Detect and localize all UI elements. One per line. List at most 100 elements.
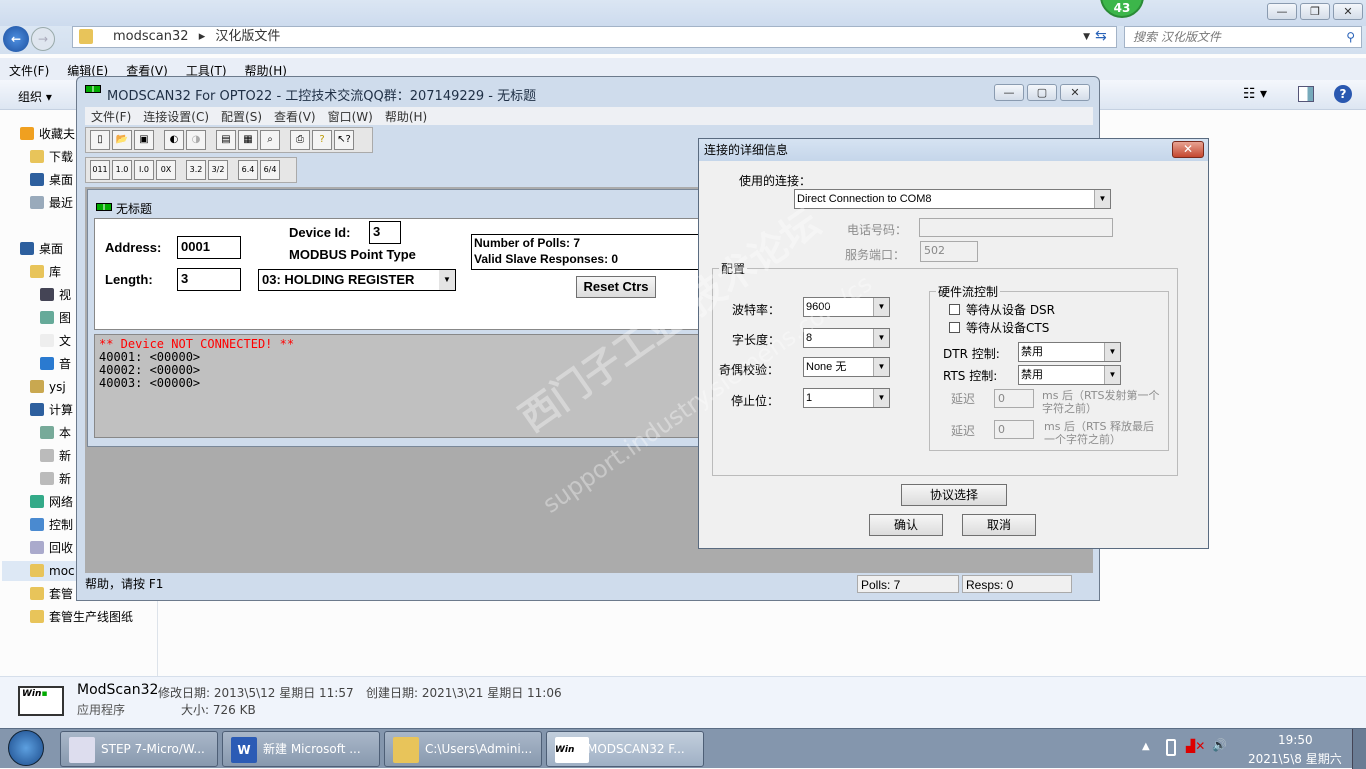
- modscan-close-button[interactable]: ✕: [1060, 84, 1090, 101]
- sidebar-item[interactable]: 回收: [30, 538, 73, 558]
- taskbar-explorer[interactable]: C:\Users\Admini...: [384, 731, 542, 767]
- sidebar-item[interactable]: 本: [40, 423, 71, 443]
- point-type-label: MODBUS Point Type: [289, 247, 416, 262]
- display-config-icon[interactable]: ▤: [216, 130, 236, 150]
- show-hidden-icons[interactable]: ▲: [1142, 741, 1150, 752]
- sidebar-item[interactable]: 下载: [30, 147, 73, 167]
- organize-button[interactable]: 组织 ▾: [18, 88, 52, 105]
- display-format-button[interactable]: 0X: [156, 160, 176, 180]
- breadcrumb-separator-icon: ▸: [198, 29, 206, 44]
- reset-counters-button[interactable]: Reset Ctrs: [576, 276, 656, 298]
- sidebar-item[interactable]: 收藏夫: [20, 124, 75, 144]
- battery-icon[interactable]: [1166, 739, 1176, 756]
- delay1-input[interactable]: 0: [994, 389, 1034, 408]
- save-icon[interactable]: ▣: [134, 130, 154, 150]
- ms-menu-view[interactable]: 查看(V): [268, 107, 322, 126]
- display-format-button[interactable]: 3/2: [208, 160, 228, 180]
- display-format-button[interactable]: 6/4: [260, 160, 280, 180]
- cancel-button[interactable]: 取消: [962, 514, 1036, 536]
- print-icon[interactable]: ⎙: [290, 130, 310, 150]
- dsr-checkbox[interactable]: 等待从设备 DSR: [949, 301, 1055, 318]
- wordlen-select[interactable]: 8 ▼: [803, 328, 890, 348]
- breadcrumb-current[interactable]: 汉化版文件: [215, 29, 280, 44]
- minimize-button[interactable]: —: [1267, 3, 1297, 20]
- length-input[interactable]: 3: [177, 268, 241, 291]
- sidebar-item[interactable]: 控制: [30, 515, 73, 535]
- display-format-button[interactable]: 6.4: [238, 160, 258, 180]
- sidebar-item[interactable]: 库: [30, 262, 61, 282]
- sidebar-item[interactable]: 桌面: [30, 170, 73, 190]
- clock-time[interactable]: 19:50: [1278, 733, 1313, 747]
- refresh-icon[interactable]: ⇆: [1095, 28, 1107, 44]
- connection-select[interactable]: Direct Connection to COM8 ▼: [794, 189, 1111, 209]
- modscan-maximize-button[interactable]: ▢: [1027, 84, 1057, 101]
- close-button[interactable]: ✕: [1333, 3, 1363, 20]
- disconnect-icon[interactable]: ◑: [186, 130, 206, 150]
- display-format-button[interactable]: 011: [90, 160, 110, 180]
- stopbits-select[interactable]: 1 ▼: [803, 388, 890, 408]
- address-bar[interactable]: modscan32 ▸ 汉化版文件 ▼: [72, 26, 1117, 48]
- sidebar-item[interactable]: 套管: [30, 584, 73, 604]
- ms-menu-setup[interactable]: 配置(S): [215, 107, 268, 126]
- ms-menu-file[interactable]: 文件(F): [85, 107, 137, 126]
- display-format-button[interactable]: 3.2: [186, 160, 206, 180]
- phone-input[interactable]: [919, 218, 1113, 237]
- breadcrumb-modscan32[interactable]: modscan32: [113, 29, 189, 44]
- taskbar-step7[interactable]: STEP 7-Micro/W...: [60, 731, 218, 767]
- display-write-icon[interactable]: ▦: [238, 130, 258, 150]
- back-button[interactable]: ←: [3, 26, 29, 52]
- show-desktop-button[interactable]: [1352, 729, 1366, 769]
- forward-button[interactable]: →: [31, 27, 55, 51]
- taskbar-word[interactable]: W 新建 Microsoft ...: [222, 731, 380, 767]
- sidebar-item[interactable]: 计算: [30, 400, 73, 420]
- sidebar-item[interactable]: 桌面: [20, 239, 63, 259]
- view-options-icon[interactable]: ☷ ▾: [1243, 86, 1267, 102]
- dtr-select[interactable]: 禁用 ▼: [1018, 342, 1121, 362]
- display-format-button[interactable]: 1.0: [112, 160, 132, 180]
- port-input[interactable]: 502: [920, 241, 978, 262]
- taskbar-modscan[interactable]: Win MODSCAN32 F...: [546, 731, 704, 767]
- baud-select[interactable]: 9600 ▼: [803, 297, 890, 317]
- volume-icon[interactable]: 🔊: [1212, 738, 1227, 752]
- sidebar-item[interactable]: 新: [40, 469, 71, 489]
- sidebar-item[interactable]: 文: [40, 331, 71, 351]
- help-question-icon[interactable]: ?: [312, 130, 332, 150]
- sidebar-item[interactable]: 套管生产线图纸: [30, 607, 133, 627]
- modscan-minimize-button[interactable]: —: [994, 84, 1024, 101]
- search-input[interactable]: 搜索 汉化版文件 ⚲: [1124, 26, 1362, 48]
- rts-select[interactable]: 禁用 ▼: [1018, 365, 1121, 385]
- ms-menu-connection[interactable]: 连接设置(C): [137, 107, 215, 126]
- ms-menu-window[interactable]: 窗口(W): [322, 107, 379, 126]
- open-icon[interactable]: 📂: [112, 130, 132, 150]
- cts-checkbox[interactable]: 等待从设备CTS: [949, 319, 1049, 336]
- context-help-icon[interactable]: ↖?: [334, 130, 354, 150]
- sidebar-item[interactable]: 新: [40, 446, 71, 466]
- sidebar-item[interactable]: 网络: [30, 492, 73, 512]
- ok-button[interactable]: 确认: [869, 514, 943, 536]
- ms-menu-help[interactable]: 帮助(H): [379, 107, 433, 126]
- address-dropdown-icon[interactable]: ▼: [1083, 27, 1090, 47]
- parity-select[interactable]: None 无 ▼: [803, 357, 890, 377]
- preview-pane-icon[interactable]: [1298, 86, 1314, 102]
- start-button[interactable]: [8, 730, 44, 766]
- display-search-icon[interactable]: ⌕: [260, 130, 280, 150]
- sidebar-item[interactable]: 最近: [30, 193, 73, 213]
- network-disconnected-icon[interactable]: ▟✕: [1186, 739, 1205, 753]
- sidebar-item[interactable]: 视: [40, 285, 71, 305]
- sidebar-item[interactable]: 音: [40, 354, 71, 374]
- sidebar-item[interactable]: 图: [40, 308, 71, 328]
- protocol-select-button[interactable]: 协议选择: [901, 484, 1007, 506]
- port-label: 服务端口：: [845, 248, 906, 262]
- connect-icon[interactable]: ◐: [164, 130, 184, 150]
- display-format-button[interactable]: I.0: [134, 160, 154, 180]
- help-icon[interactable]: ?: [1334, 85, 1352, 103]
- device-id-input[interactable]: 3: [369, 221, 401, 244]
- dialog-close-button[interactable]: ✕: [1172, 141, 1204, 158]
- clock-date[interactable]: 2021\5\8 星期六: [1248, 750, 1342, 767]
- new-icon[interactable]: ▯: [90, 130, 110, 150]
- point-type-select[interactable]: 03: HOLDING REGISTER ▼: [258, 269, 456, 291]
- restore-button[interactable]: ❐: [1300, 3, 1330, 20]
- delay2-input[interactable]: 0: [994, 420, 1034, 439]
- address-input[interactable]: 0001: [177, 236, 241, 259]
- sidebar-item[interactable]: ysj: [30, 377, 66, 397]
